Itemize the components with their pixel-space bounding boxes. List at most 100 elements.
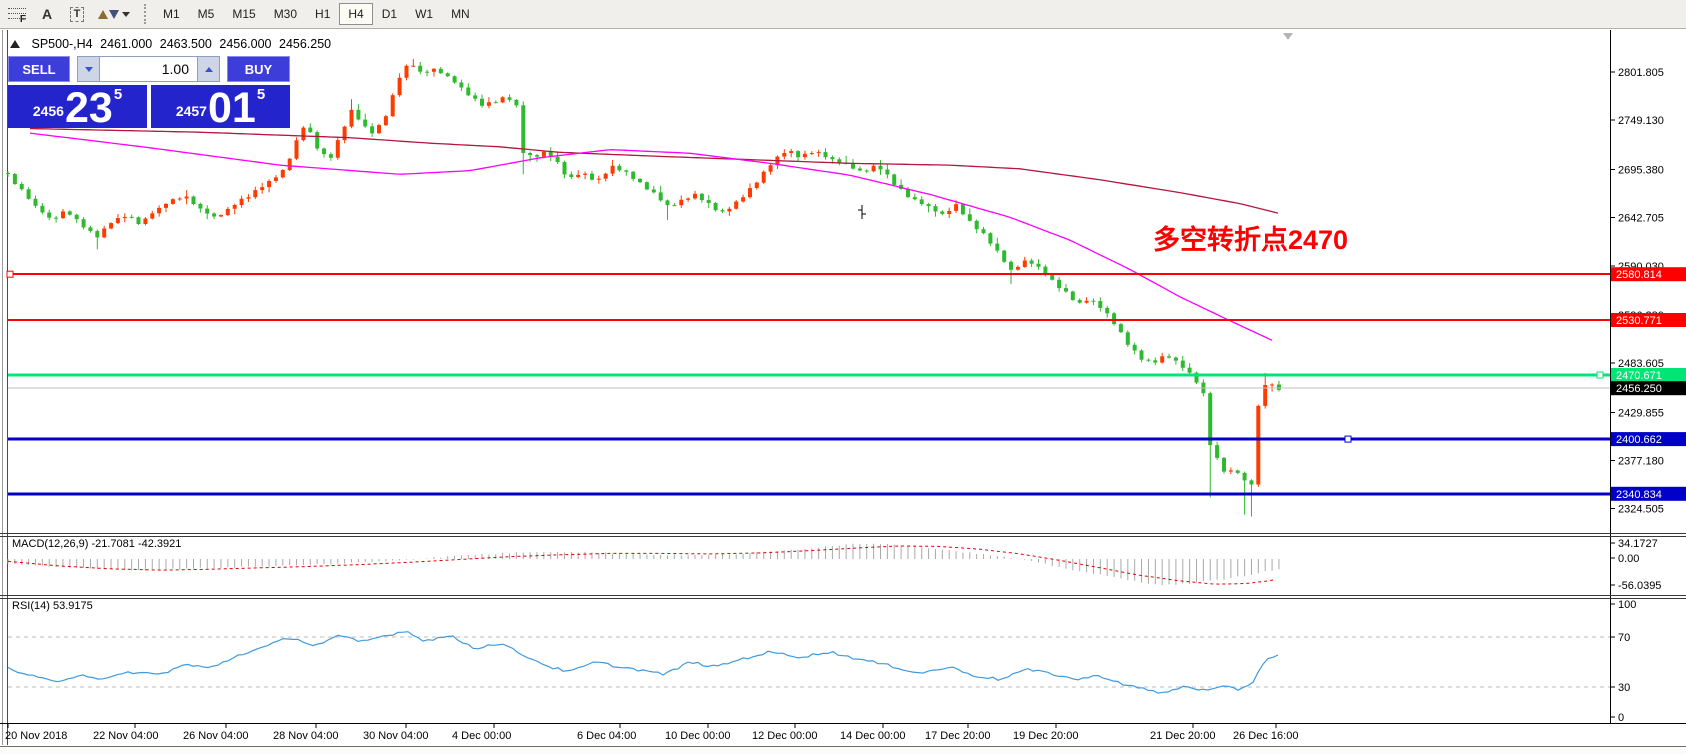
rsi-axis-label: 0: [1618, 712, 1624, 724]
candle: [1050, 275, 1054, 280]
candle: [1146, 360, 1150, 361]
candle: [329, 154, 333, 158]
rsi-indicator-label: RSI(14) 53.9175: [12, 600, 93, 612]
candle: [1057, 280, 1061, 288]
candle: [150, 213, 154, 218]
candle: [968, 214, 972, 221]
timeframe-mn[interactable]: MN: [442, 3, 479, 25]
macd-axis-label: 0.00: [1618, 553, 1639, 565]
sell-price-panel[interactable]: 2456 23 5: [8, 85, 147, 128]
candle: [789, 151, 793, 153]
candle: [425, 72, 429, 73]
candle: [418, 66, 422, 72]
text-label-tool-button[interactable]: T: [64, 2, 90, 26]
volume-increase-button[interactable]: [197, 56, 220, 82]
candle: [157, 208, 161, 213]
time-label: 22 Nov 04:00: [93, 730, 158, 742]
quote-low: 2456.000: [219, 37, 271, 51]
timeframe-h1[interactable]: H1: [306, 3, 339, 25]
candle: [583, 174, 587, 175]
candle: [1016, 267, 1020, 270]
symbol-triangle-icon: [10, 40, 20, 48]
quote-close: 2456.250: [279, 37, 331, 51]
candle: [82, 219, 86, 227]
candle: [1009, 262, 1013, 270]
candle: [198, 204, 202, 209]
candle: [947, 211, 951, 214]
candle: [1208, 393, 1212, 445]
timeframe-h4[interactable]: H4: [339, 3, 372, 25]
candle: [769, 165, 773, 172]
candle: [411, 66, 415, 67]
timeframe-m15[interactable]: M15: [223, 3, 264, 25]
buy-button[interactable]: BUY: [227, 56, 290, 82]
text-label-icon: T: [70, 7, 85, 22]
candle: [1270, 385, 1274, 386]
line-handle[interactable]: [1597, 372, 1603, 378]
volume-decrease-button[interactable]: [77, 56, 100, 82]
candle: [576, 175, 580, 177]
chart-shift-marker-icon[interactable]: [1283, 33, 1293, 40]
timeframe-w1[interactable]: W1: [406, 3, 442, 25]
sell-price-sup: 5: [114, 86, 122, 103]
timeframe-m30[interactable]: M30: [265, 3, 306, 25]
candle: [762, 172, 766, 183]
fibonacci-icon: F: [8, 6, 26, 22]
rsi-line: [8, 632, 1278, 693]
ma-fast-magenta: [30, 133, 1272, 340]
candle: [940, 212, 944, 214]
candle: [1119, 324, 1123, 332]
candle: [830, 157, 834, 159]
candle: [796, 151, 800, 157]
candle: [1078, 300, 1082, 303]
candle: [391, 95, 395, 116]
chart-canvas[interactable]: 2801.8052749.1302695.3802642.7052590.030…: [0, 30, 1686, 753]
line-handle[interactable]: [7, 271, 13, 277]
candle: [693, 194, 697, 199]
candle: [164, 204, 168, 208]
candle: [1133, 345, 1137, 351]
candle: [1085, 301, 1089, 303]
candle: [370, 126, 374, 133]
price-tick-label: 2749.130: [1618, 115, 1664, 127]
candle: [672, 205, 676, 206]
candle: [123, 217, 127, 218]
chevron-down-icon: [85, 67, 93, 72]
candle: [755, 183, 759, 188]
candle: [879, 166, 883, 170]
timeframe-m1[interactable]: M1: [154, 3, 189, 25]
candle: [597, 179, 601, 180]
candle: [219, 215, 223, 216]
candle: [508, 97, 512, 100]
arrows-icon: [98, 10, 119, 19]
candle: [872, 166, 876, 172]
time-label: 28 Nov 04:00: [273, 730, 338, 742]
arrows-tool-button[interactable]: [94, 2, 134, 26]
price-tick-label: 2429.855: [1618, 407, 1664, 419]
candle: [803, 154, 807, 157]
candle: [226, 209, 230, 215]
candle: [810, 153, 814, 154]
toolbar-separator: [144, 4, 146, 24]
sell-button[interactable]: SELL: [8, 56, 70, 82]
level-price-label-text: 2530.771: [1616, 315, 1662, 327]
candle: [274, 177, 278, 181]
text-tool-button[interactable]: A: [34, 2, 60, 26]
timeframe-d1[interactable]: D1: [373, 3, 406, 25]
price-tick-label: 2324.505: [1618, 504, 1664, 516]
fibonacci-tool-button[interactable]: F: [4, 2, 30, 26]
candle: [617, 166, 621, 171]
candle: [350, 110, 354, 127]
volume-field[interactable]: 1.00: [100, 56, 197, 82]
buy-price-panel[interactable]: 2457 01 5: [151, 85, 290, 128]
time-label: 26 Dec 16:00: [1233, 730, 1298, 742]
time-label: 30 Nov 04:00: [363, 730, 428, 742]
candle: [535, 155, 539, 157]
timeframe-m5[interactable]: M5: [189, 3, 224, 25]
line-handle[interactable]: [1345, 436, 1351, 442]
candle: [824, 152, 828, 157]
candle: [363, 120, 367, 127]
candle: [432, 69, 436, 72]
buy-price-small: 2457: [176, 103, 207, 119]
candle: [858, 169, 862, 171]
